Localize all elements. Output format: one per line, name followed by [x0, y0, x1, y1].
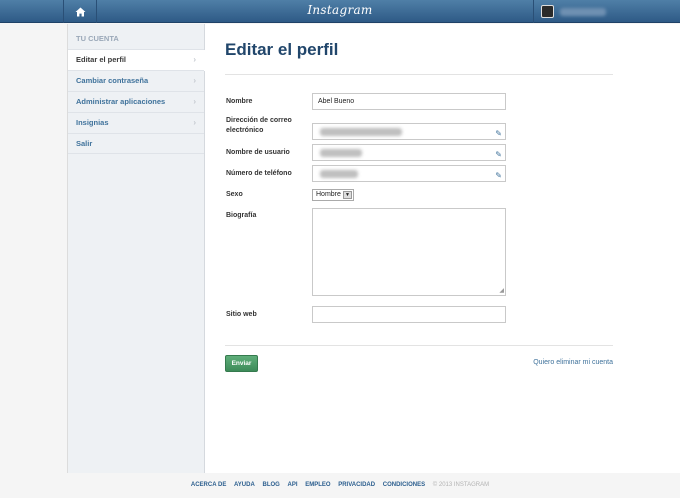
sidebar-item-edit-profile[interactable]: Editar el perfil ›: [68, 49, 205, 71]
sidebar-item-label: Insignias: [76, 118, 109, 127]
footer-link-about[interactable]: ACERCA DE: [191, 482, 226, 488]
sex-label: Sexo: [226, 191, 243, 198]
sidebar: TU CUENTA Editar el perfil › Cambiar con…: [68, 24, 205, 473]
footer-link-terms[interactable]: CONDICIONES: [383, 482, 425, 488]
footer-link-jobs[interactable]: EMPLEO: [305, 482, 330, 488]
resize-handle-icon[interactable]: ◢: [499, 287, 504, 294]
phone-label: Número de teléfono: [226, 170, 292, 177]
sidebar-item-manage-apps[interactable]: Administrar aplicaciones ›: [68, 91, 204, 112]
email-label: Dirección de correo electrónico: [226, 117, 292, 134]
footer-link-api[interactable]: API: [288, 482, 298, 488]
phone-value-blurred: [320, 170, 358, 178]
page-title: Editar el perfil: [225, 40, 339, 59]
settings-frame: TU CUENTA Editar el perfil › Cambiar con…: [67, 24, 680, 473]
name-label: Nombre: [226, 98, 253, 105]
phone-field[interactable]: ✎: [312, 165, 506, 182]
username-field[interactable]: ✎: [312, 144, 506, 161]
sidebar-item-badges[interactable]: Insignias ›: [68, 112, 204, 133]
avatar: [541, 5, 554, 18]
footer-link-help[interactable]: AYUDA: [234, 482, 255, 488]
sidebar-item-label: Salir: [76, 139, 93, 148]
email-value-blurred: [320, 128, 402, 136]
chevron-right-icon: ›: [193, 76, 196, 85]
top-bar: Instagram: [0, 0, 680, 23]
copyright: © 2013 INSTAGRAM: [432, 482, 490, 488]
name-field[interactable]: Abel Bueno: [312, 93, 506, 110]
sidebar-header: TU CUENTA: [76, 34, 119, 43]
chevron-right-icon: ›: [193, 97, 196, 106]
username-label: Nombre de usuario: [226, 149, 290, 156]
pencil-icon[interactable]: ✎: [495, 126, 502, 141]
bio-label: Biografía: [226, 212, 257, 219]
email-field[interactable]: ✎: [312, 123, 506, 140]
username-value-blurred: [320, 149, 362, 157]
submit-button[interactable]: Enviar: [225, 355, 258, 372]
chevron-right-icon: ›: [193, 55, 196, 64]
chevron-down-icon: ▼: [343, 191, 352, 199]
website-label: Sitio web: [226, 311, 257, 318]
footer: ACERCA DE AYUDA BLOG API EMPLEO PRIVACID…: [0, 473, 680, 498]
username-blurred: [560, 7, 606, 16]
user-menu[interactable]: [533, 0, 680, 23]
bio-textarea[interactable]: ◢: [312, 208, 506, 296]
sidebar-item-label: Cambiar contraseña: [76, 76, 149, 85]
sidebar-item-label: Editar el perfil: [76, 55, 127, 64]
divider: [225, 345, 613, 346]
sidebar-item-label: Administrar aplicaciones: [76, 97, 166, 106]
divider: [225, 74, 613, 75]
footer-link-blog[interactable]: BLOG: [262, 482, 279, 488]
chevron-right-icon: ›: [193, 118, 196, 127]
sidebar-item-change-password[interactable]: Cambiar contraseña ›: [68, 70, 204, 91]
sex-select-value: Hombre: [316, 191, 341, 198]
sex-select[interactable]: Hombre ▼: [312, 189, 354, 201]
footer-link-privacy[interactable]: PRIVACIDAD: [338, 482, 375, 488]
sidebar-item-logout[interactable]: Salir: [68, 133, 204, 154]
website-field[interactable]: [312, 306, 506, 323]
pencil-icon[interactable]: ✎: [495, 147, 502, 162]
pencil-icon[interactable]: ✎: [495, 168, 502, 183]
edit-profile-form: Editar el perfil Nombre Abel Bueno Direc…: [205, 24, 680, 473]
delete-account-link[interactable]: Quiero eliminar mi cuenta: [533, 359, 613, 366]
